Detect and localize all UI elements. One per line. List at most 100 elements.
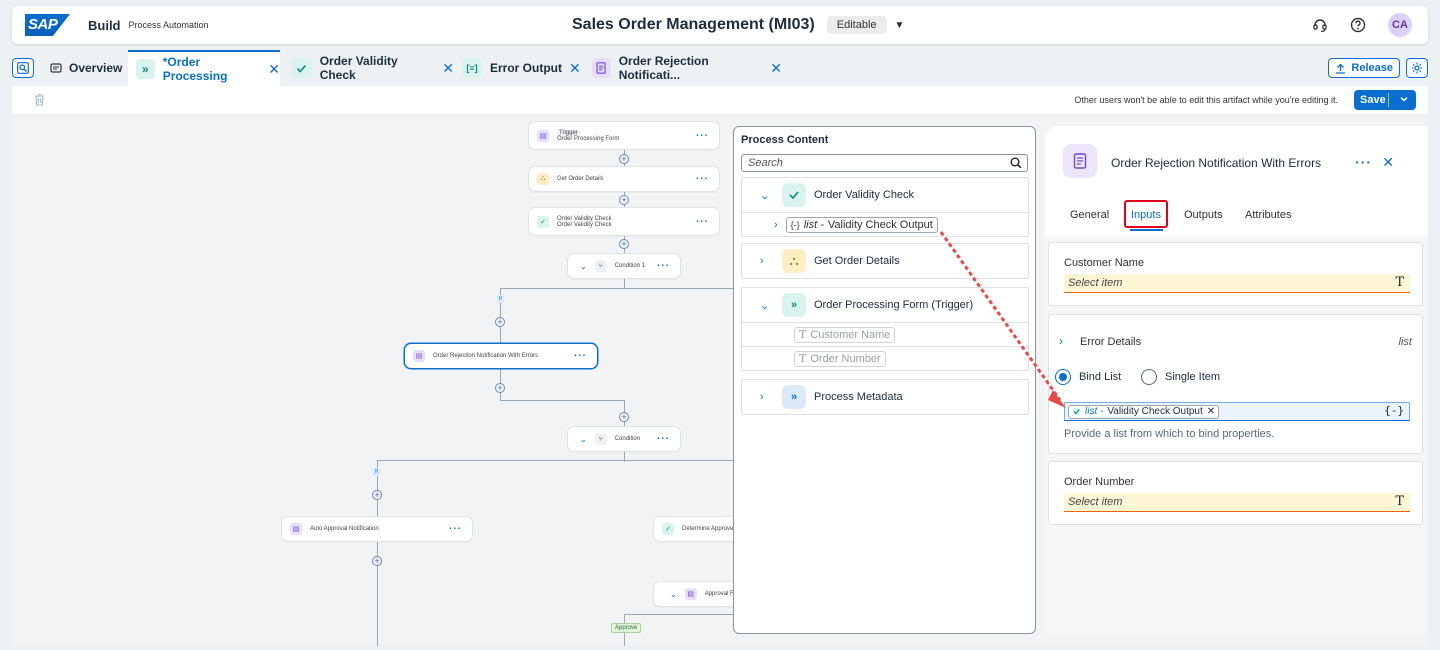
tab-error-output[interactable]: [≡] Error Output ✕ [462,50,582,86]
bind-list-input[interactable]: list - Validity Check Output ✕ {-} [1064,402,1410,421]
node-order-validity-check[interactable]: ✓ Order Validity Check Order Validity Ch… [529,208,719,235]
text-type-icon: T [1395,275,1404,290]
decision-icon [292,58,312,78]
more-icon[interactable]: ··· [696,216,709,227]
node-trigger[interactable]: ▤ Trigger Order Processing Form ··· [529,122,719,149]
group-header[interactable]: › » Process Metadata [742,380,1028,414]
group-header[interactable]: ⌄ Order Validity Check [742,178,1028,212]
tab-order-rejection-notification[interactable]: Order Rejection Notificati... ✕ [592,50,782,86]
close-icon[interactable]: ✕ [268,61,280,78]
chevron-right-icon[interactable]: › [760,391,772,403]
list-binding-icon[interactable]: {-} [1384,404,1404,417]
bound-token[interactable]: list - Validity Check Output ✕ [1068,404,1220,419]
chevron-down-icon[interactable]: ⌄ [760,189,772,202]
search-input[interactable]: Search [741,154,1028,172]
close-icon[interactable]: ✕ [442,60,454,77]
release-button[interactable]: Release [1328,58,1400,78]
save-button[interactable]: Save [1354,90,1416,110]
popover-title: Process Content [741,134,829,146]
string-token[interactable]: T Order Number [794,350,886,367]
add-step-icon[interactable]: + [619,412,629,422]
more-icon[interactable]: ··· [449,524,462,535]
node-label: Condition 1 [614,263,646,269]
content-item-order-number[interactable]: T Order Number [742,346,1028,370]
add-step-icon[interactable]: + [372,556,382,566]
select-placeholder: Select item [1068,496,1123,508]
search-icon[interactable] [1010,157,1022,169]
chevron-down-icon[interactable]: ⌄ [580,262,587,271]
chevron-down-icon[interactable] [1399,94,1409,104]
more-icon[interactable]: ··· [696,174,709,185]
more-icon[interactable]: ··· [657,434,670,445]
node-get-order-details[interactable]: ⛬ Get Order Details ··· [529,167,719,191]
string-token[interactable]: T Customer Name [794,326,896,343]
chevron-right-icon[interactable]: › [760,255,772,267]
close-icon[interactable]: ✕ [1382,154,1394,171]
group-header[interactable]: › ⛬ Get Order Details [742,244,1028,278]
tab-general[interactable]: General [1070,209,1109,221]
tab-order-processing[interactable]: » *Order Processing ✕ [128,50,280,86]
close-icon[interactable]: ✕ [770,60,782,77]
radio-label: Single Item [1165,371,1221,383]
title-dropdown-icon[interactable]: ▼ [895,20,905,31]
chevron-down-icon[interactable]: ⌄ [670,590,677,599]
tab-outputs[interactable]: Outputs [1184,209,1223,221]
node-label: Order Processing Form [557,135,620,142]
shell-header: SAP Build Process Automation Sales Order… [12,6,1428,44]
add-step-icon[interactable]: + [495,317,505,327]
search-artifacts-button[interactable] [12,58,34,78]
chevron-down-icon[interactable]: ⌄ [580,435,587,444]
chevron-down-icon[interactable]: ⌄ [760,299,772,312]
single-item-radio[interactable]: Single Item [1141,369,1220,385]
headset-icon[interactable] [1312,17,1328,33]
node-auto-approval-notification[interactable]: ▤ Auto Approval Notification ··· [282,517,472,541]
page-title: Sales Order Management (MI03) [572,16,815,33]
token-label: Validity Check Output [1107,406,1203,417]
bind-list-radio[interactable]: Bind List [1055,369,1121,385]
node-condition[interactable]: ⌄ ⑂ Condition ··· [568,427,680,451]
group-label: Order Validity Check [814,189,915,201]
more-icon[interactable]: ··· [1355,154,1372,170]
text-type-icon: T [799,352,807,365]
node-condition-1[interactable]: ⌄ ⑂ Condition 1 ··· [568,254,680,278]
add-step-icon[interactable]: + [619,239,629,249]
form-icon: ▤ [684,588,697,600]
add-step-icon[interactable]: + [372,490,382,500]
help-icon[interactable] [1350,17,1366,33]
settings-button[interactable] [1406,58,1428,78]
list-token[interactable]: {-} list - Validity Check Output [785,216,938,233]
avatar[interactable]: CA [1388,13,1412,37]
order-number-select[interactable]: Select item T [1064,493,1410,512]
radio-selected-icon [1055,369,1071,385]
token-prefix: list - [1085,406,1104,417]
add-step-icon[interactable]: + [619,195,629,205]
content-item-customer-name[interactable]: T Customer Name [742,322,1028,346]
tab-order-validity-check[interactable]: Order Validity Check ✕ [292,50,454,86]
token-label: Validity Check Output [827,218,933,231]
tab-label: Order Validity Check [319,54,398,82]
more-icon[interactable]: ··· [657,261,670,272]
header-actions: CA [1312,6,1412,44]
add-step-icon[interactable]: + [619,154,629,164]
more-icon[interactable]: ··· [696,130,709,141]
group-label: Process Metadata [814,391,903,403]
content-item-validity-output[interactable]: › {-} list - Validity Check Output [742,212,1028,236]
more-icon[interactable]: ··· [574,351,587,362]
branch-icon: ⑂ [594,260,607,272]
chevron-right-icon[interactable]: › [774,219,778,231]
form-icon: ▤ [537,129,549,142]
customer-name-select[interactable]: Select item T [1064,274,1410,293]
token-remove-icon[interactable]: ✕ [1207,406,1215,417]
trigger-tag: Trigger [557,129,580,136]
delete-icon[interactable] [34,93,45,106]
tab-overview[interactable]: Overview [50,50,128,86]
node-order-rejection-notification[interactable]: ▤ Order Rejection Notification With Erro… [405,344,597,368]
add-step-icon[interactable]: + [495,383,505,393]
chevron-right-icon[interactable]: › [1059,334,1063,348]
group-header[interactable]: ⌄ » Order Processing Form (Trigger) [742,288,1028,322]
close-icon[interactable]: ✕ [569,60,581,77]
sap-logo[interactable]: SAP [25,14,70,36]
field-type: list [1398,336,1412,348]
content-group-order-validity-check: ⌄ Order Validity Check › {-} list - Vali… [741,177,1029,237]
tab-attributes[interactable]: Attributes [1245,209,1291,221]
